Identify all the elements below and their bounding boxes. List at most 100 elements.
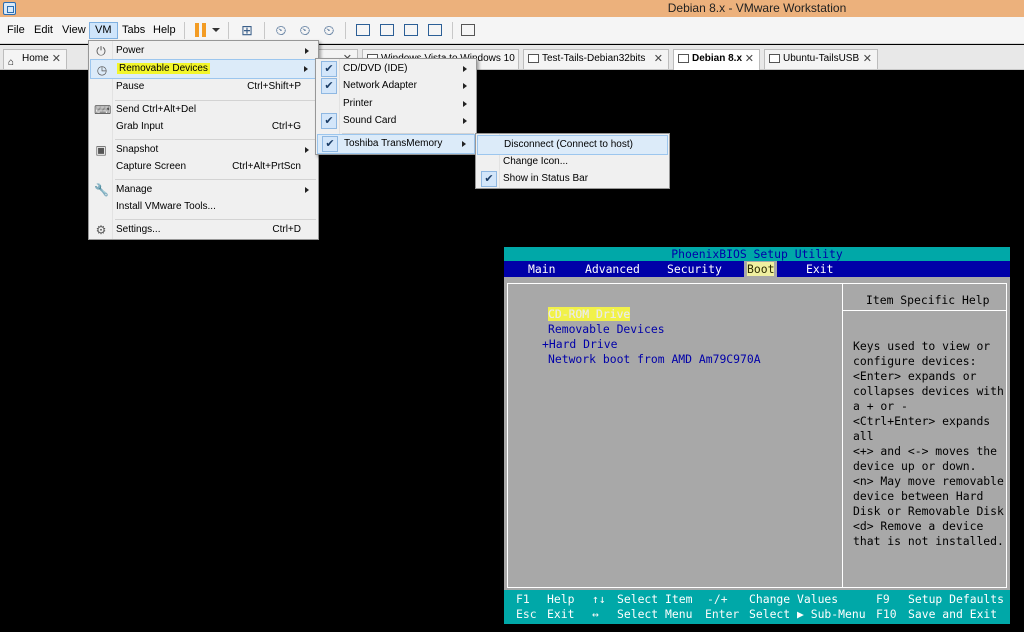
menu-item-show-in-status-bar[interactable]: ✔ Show in Status Bar [477, 169, 668, 189]
menu-item-network-adapter[interactable]: ✔ Network Adapter [317, 76, 475, 96]
menu-item-capture-screen[interactable]: Capture Screen Ctrl+Alt+PrtScn [90, 157, 317, 177]
menu-item-grab-input[interactable]: Grab Input Ctrl+G [90, 117, 317, 137]
bios-body: CD-ROM Drive Removable Devices +Hard Dri… [507, 283, 1007, 588]
boot-item-network-boot[interactable]: Network boot from AMD Am79C970A [548, 352, 761, 366]
settings-icon: ⚙ [95, 223, 107, 237]
snapshot-manager-icon[interactable]: ⏲ [320, 21, 338, 39]
tab-label: Debian 8.x [692, 53, 743, 64]
submenu-arrow-icon [304, 66, 308, 72]
close-icon[interactable]: ✕ [654, 50, 663, 68]
menu-item-removable-devices[interactable]: ◷ Removable Devices [90, 59, 317, 79]
vm-menu: ⏻ Power ◷ Removable Devices Pause Ctrl+S… [88, 40, 319, 240]
tab-test-tails-debian[interactable]: Test-Tails-Debian32bits ✕ [523, 49, 669, 69]
power-icon: ⏻ [96, 44, 106, 58]
help-title: Item Specific Help [866, 293, 990, 307]
checkmark-icon: ✔ [481, 171, 497, 187]
keyboard-icon: ⌨ [94, 103, 112, 117]
tab-home[interactable]: ⌂ Home ✕ [3, 49, 67, 69]
pause-icon[interactable] [195, 23, 207, 37]
toolbar-separator [452, 22, 453, 39]
vm-icon [528, 54, 539, 63]
vm-icon [678, 54, 689, 63]
boot-item-cd-rom[interactable]: CD-ROM Drive [548, 307, 631, 321]
close-icon[interactable]: ✕ [863, 50, 872, 68]
menu-edit[interactable]: Edit [29, 22, 58, 39]
bios-tab-security[interactable]: Security [664, 261, 725, 277]
close-icon[interactable]: ✕ [745, 50, 754, 68]
bios-tab-boot[interactable]: Boot [744, 261, 778, 277]
help-text: Keys used to view or configure devices: … [853, 339, 1004, 548]
bios-title: PhoenixBIOS Setup Utility [504, 247, 1010, 261]
key-enter: Enter [705, 607, 740, 621]
toolbar-separator [228, 22, 229, 39]
menu-file[interactable]: File [2, 22, 30, 39]
vm-icon [769, 54, 780, 63]
bios-tab-exit[interactable]: Exit [803, 261, 836, 277]
bios-setup-screen[interactable]: PhoenixBIOS Setup Utility Main Advanced … [504, 247, 1010, 624]
menu-tabs[interactable]: Tabs [117, 22, 150, 39]
snapshot-icon: ▣ [95, 143, 107, 157]
submenu-arrow-icon [305, 48, 309, 54]
toolbar-separator [264, 22, 265, 39]
boot-item-removable-devices[interactable]: Removable Devices [548, 322, 665, 336]
console-view-icon[interactable] [461, 24, 475, 36]
unity-icon[interactable] [428, 24, 442, 36]
menu-view[interactable]: View [57, 22, 91, 39]
bios-tab-bar: Main Advanced Security Boot Exit [504, 261, 1010, 277]
key-desc-exit: Exit [547, 607, 575, 621]
key-minus-plus: -/+ [707, 592, 728, 606]
submenu-arrow-icon [463, 101, 467, 107]
key-desc-change-values: Change Values [749, 592, 839, 606]
wrench-icon: 🔧 [94, 183, 109, 197]
menu-item-pause[interactable]: Pause Ctrl+Shift+P [90, 77, 317, 97]
key-desc-save-and-exit: Save and Exit [908, 607, 998, 621]
title-bar: Debian 8.x - VMware Workstation [0, 0, 1024, 17]
tab-ubuntu-tailsusb[interactable]: Ubuntu-TailsUSB ✕ [764, 49, 878, 69]
checkmark-icon: ✔ [322, 136, 338, 152]
key-desc-select-item: Select Item [617, 592, 693, 606]
network-send-icon[interactable]: ⊞ [238, 21, 256, 39]
removable-devices-icon: ◷ [96, 63, 108, 77]
key-left-right: ↔ [592, 607, 599, 621]
show-library-icon[interactable] [356, 24, 370, 36]
home-icon: ⌂ [8, 57, 15, 68]
checkmark-icon: ✔ [321, 78, 337, 94]
toolbar-separator [184, 22, 185, 39]
show-thumbnail-icon[interactable] [380, 24, 394, 36]
menu-item-toshiba-transmemory[interactable]: ✔ Toshiba TransMemory [317, 134, 475, 154]
tab-debian[interactable]: Debian 8.x ✕ [673, 49, 760, 70]
menu-vm[interactable]: VM [89, 22, 118, 39]
key-f9: F9 [876, 592, 890, 606]
snapshot-take-icon[interactable]: ⏲ [272, 21, 290, 39]
tab-label: Ubuntu-TailsUSB [783, 53, 860, 64]
key-f1: F1 [516, 592, 530, 606]
tab-label: Test-Tails-Debian32bits [542, 53, 646, 64]
key-desc-help: Help [547, 592, 575, 606]
bios-tab-main[interactable]: Main [525, 261, 558, 277]
submenu-arrow-icon [305, 187, 309, 193]
boot-item-hard-drive[interactable]: +Hard Drive [542, 337, 617, 351]
key-desc-select-menu: Select Menu [617, 607, 693, 621]
snapshot-revert-icon[interactable]: ⏲ [296, 21, 314, 39]
close-icon[interactable]: ✕ [52, 50, 61, 68]
menu-help[interactable]: Help [148, 22, 181, 39]
window-title: Debian 8.x - VMware Workstation [667, 1, 847, 15]
key-up-down: ↑↓ [592, 592, 606, 606]
key-desc-setup-defaults: Setup Defaults [908, 592, 1005, 606]
checkmark-icon: ✔ [321, 113, 337, 129]
menu-item-power[interactable]: ⏻ Power [90, 41, 317, 61]
menu-item-install-vmware-tools[interactable]: Install VMware Tools... [90, 197, 317, 217]
key-esc: Esc [516, 607, 537, 621]
menu-item-sound-card[interactable]: ✔ Sound Card [317, 111, 475, 131]
tab-label: Home [22, 53, 49, 64]
submenu-arrow-icon [462, 141, 466, 147]
removable-devices-menu: ✔ CD/DVD (IDE) ✔ Network Adapter Printer… [315, 58, 477, 155]
power-dropdown-arrow-icon[interactable] [212, 28, 220, 32]
full-screen-icon[interactable] [404, 24, 418, 36]
bios-tab-advanced[interactable]: Advanced [582, 261, 643, 277]
key-f10: F10 [876, 607, 897, 621]
toolbar-separator [345, 22, 346, 39]
device-menu: Disconnect (Connect to host) Change Icon… [475, 133, 670, 189]
key-desc-select-sub-menu: Select ▶ Sub-Menu [749, 607, 866, 621]
menu-item-settings[interactable]: ⚙ Settings... Ctrl+D [90, 220, 317, 240]
